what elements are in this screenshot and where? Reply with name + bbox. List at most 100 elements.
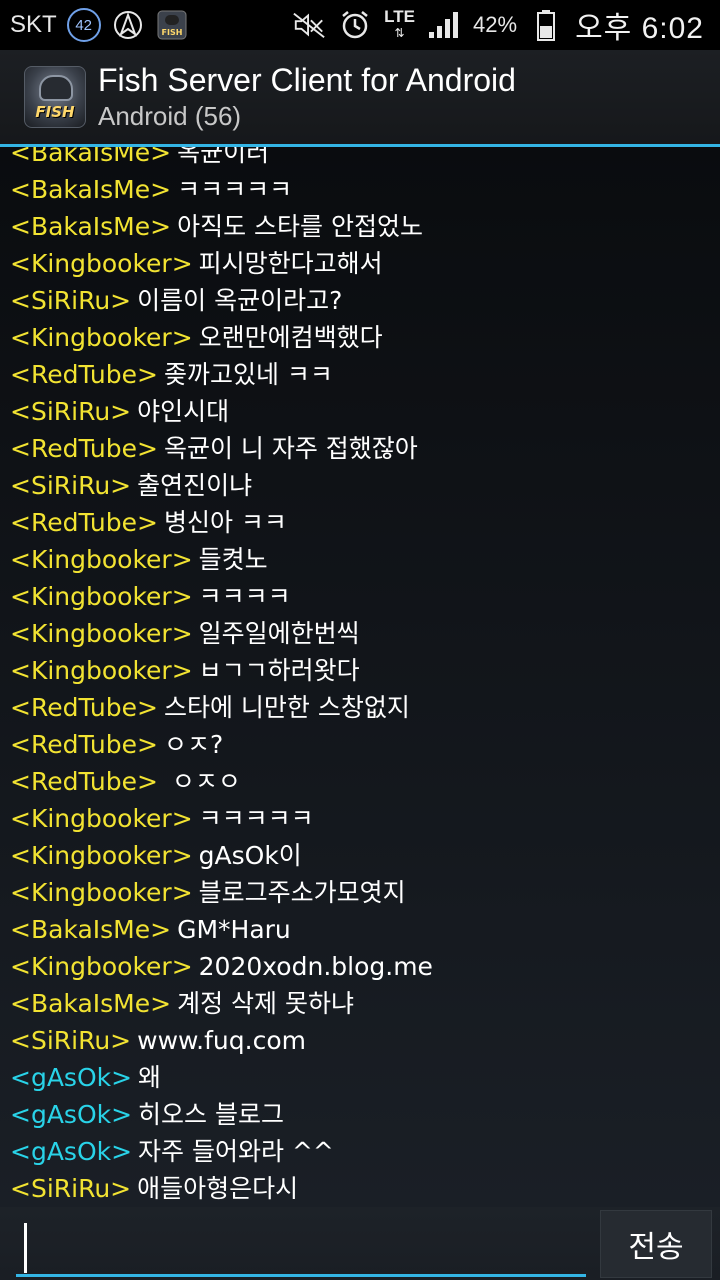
notification-count-badge: 42 bbox=[66, 8, 101, 42]
chat-nick: <SiRiRu> bbox=[10, 1174, 132, 1203]
chat-nick: <gAsOk> bbox=[10, 1100, 133, 1129]
chat-text: 병신아 ㅋㅋ bbox=[163, 508, 287, 537]
chat-nick: <BakaIsMe> bbox=[10, 989, 172, 1018]
chat-nick: <BakaIsMe> bbox=[10, 147, 172, 167]
chat-text: ㅋㅋㅋㅋㅋ bbox=[177, 175, 293, 204]
send-button[interactable]: 전송 bbox=[600, 1210, 712, 1278]
chat-text: 왜 bbox=[138, 1063, 162, 1092]
signal-icon bbox=[427, 8, 461, 42]
chat-message: <Kingbooker> 피시망한다고해서 bbox=[10, 245, 710, 282]
app-logo-text: FISH bbox=[35, 103, 75, 121]
chat-text: 좆까고있네 ㅋㅋ bbox=[163, 360, 333, 389]
chat-message: <BakaIsMe> ㅋㅋㅋㅋㅋ bbox=[10, 171, 710, 208]
chat-nick: <RedTube> bbox=[10, 434, 158, 463]
chat-nick: <RedTube> bbox=[10, 767, 158, 796]
app-subtitle: Android (56) bbox=[98, 101, 242, 131]
chat-nick: <gAsOk> bbox=[10, 1137, 133, 1166]
chat-message: <RedTube> ㅇㅈ? bbox=[10, 726, 710, 763]
chat-nick: <Kingbooker> bbox=[10, 323, 193, 352]
chat-nick: <SiRiRu> bbox=[10, 286, 132, 315]
chat-text: 블로그주소가모엿지 bbox=[198, 878, 406, 907]
network-type-label: LTE ⇅ bbox=[384, 7, 416, 40]
chat-text: 들켯노 bbox=[198, 545, 268, 574]
fish-app-icon: FISH bbox=[155, 8, 189, 42]
chat-text: ㅋㅋㅋㅋ bbox=[198, 582, 291, 611]
chat-message: <Kingbooker> ㅋㅋㅋㅋ bbox=[10, 578, 710, 615]
chat-text: 스타에 니만한 스창없지 bbox=[163, 693, 410, 722]
chat-text: gAsOk이 bbox=[198, 841, 302, 870]
chat-message: <RedTube> 옥균이 니 자주 접했잖아 bbox=[10, 430, 710, 467]
chat-nick: <BakaIsMe> bbox=[10, 175, 172, 204]
chat-log[interactable]: <BakaIsMe> 옥균이러 <BakaIsMe> ㅋㅋㅋㅋㅋ <BakaIsMe> 아… bbox=[0, 147, 720, 1207]
app-title: Fish Server Client for Android bbox=[98, 62, 516, 98]
chat-message: <gAsOk> 자주 들어와라 ^^ bbox=[10, 1133, 710, 1170]
message-input[interactable] bbox=[16, 1217, 586, 1277]
starfleet-icon bbox=[111, 8, 145, 42]
chat-message: <Kingbooker> gAsOk이 bbox=[10, 837, 710, 874]
chat-message: <BakaIsMe> GM*Haru bbox=[10, 911, 710, 948]
chat-text: 야인시대 bbox=[137, 397, 230, 426]
chat-message: <Kingbooker> 오랜만에컴백했다 bbox=[10, 319, 710, 356]
chat-text: 피시망한다고해서 bbox=[198, 249, 383, 278]
chat-message: <SiRiRu> www.fuq.com bbox=[10, 1022, 710, 1059]
chat-text: 이름이 옥균이라고? bbox=[137, 286, 343, 315]
chat-message: <gAsOk> 히오스 블로그 bbox=[10, 1096, 710, 1133]
chat-text: 일주일에한번씩 bbox=[198, 619, 360, 648]
chat-text: 오랜만에컴백했다 bbox=[198, 323, 383, 352]
chat-nick: <Kingbooker> bbox=[10, 582, 193, 611]
chat-message: <Kingbooker> 2020xodn.blog.me bbox=[10, 948, 710, 985]
app-titles: Fish Server Client for Android Android (… bbox=[98, 62, 516, 132]
chat-text: GM*Haru bbox=[177, 915, 291, 944]
chat-message: <Kingbooker> 일주일에한번씩 bbox=[10, 615, 710, 652]
chat-text: ㅇㅈ? bbox=[163, 730, 224, 759]
clock: 오후 6:02 bbox=[575, 12, 704, 45]
chat-text: 자주 들어와라 ^^ bbox=[138, 1137, 334, 1166]
mute-icon bbox=[292, 8, 326, 42]
chat-messages: <BakaIsMe> 옥균이러 <BakaIsMe> ㅋㅋㅋㅋㅋ <BakaIsMe> 아… bbox=[10, 147, 710, 1207]
chat-nick: <Kingbooker> bbox=[10, 878, 193, 907]
chat-nick: <Kingbooker> bbox=[10, 545, 193, 574]
chat-nick: <Kingbooker> bbox=[10, 656, 193, 685]
app-logo[interactable]: FISH bbox=[24, 66, 86, 128]
chat-text: 옥균이 니 자주 접했잖아 bbox=[163, 434, 418, 463]
text-caret bbox=[24, 1223, 27, 1273]
chat-nick: <Kingbooker> bbox=[10, 619, 193, 648]
chat-nick: <RedTube> bbox=[10, 693, 158, 722]
alarm-icon bbox=[338, 8, 372, 42]
chat-text: ㅂㄱㄱ하러왓다 bbox=[198, 656, 360, 685]
chat-message: <SiRiRu> 출연진이냐 bbox=[10, 467, 710, 504]
chat-nick: <BakaIsMe> bbox=[10, 915, 172, 944]
chat-text: www.fuq.com bbox=[137, 1026, 306, 1055]
chat-nick: <RedTube> bbox=[10, 508, 158, 537]
battery-percent: 42% bbox=[473, 12, 518, 37]
chat-nick: <BakaIsMe> bbox=[10, 212, 172, 241]
chat-text: 계정 삭제 못하냐 bbox=[177, 989, 354, 1018]
chat-text: 히오스 블로그 bbox=[138, 1100, 284, 1129]
carrier-label: SKT bbox=[10, 11, 57, 38]
chat-message: <gAsOk> 왜 bbox=[10, 1059, 710, 1096]
chat-text: 옥균이러 bbox=[177, 147, 270, 167]
helmet-icon bbox=[39, 75, 73, 101]
chat-message: <SiRiRu> 이름이 옥균이라고? bbox=[10, 282, 710, 319]
chat-message: <BakaIsMe> 계정 삭제 못하냐 bbox=[10, 985, 710, 1022]
chat-nick: <gAsOk> bbox=[10, 1063, 133, 1092]
app-bar: FISH Fish Server Client for Android Andr… bbox=[0, 50, 720, 144]
chat-message: <RedTube> 병신아 ㅋㅋ bbox=[10, 504, 710, 541]
chat-message: <SiRiRu> 애들아형은다시 bbox=[10, 1170, 710, 1207]
chat-message: <RedTube> 스타에 니만한 스창없지 bbox=[10, 689, 710, 726]
battery-icon bbox=[529, 8, 563, 42]
chat-text: 출연진이냐 bbox=[137, 471, 253, 500]
chat-message: <Kingbooker> ㅋㅋㅋㅋㅋ bbox=[10, 800, 710, 837]
chat-message: <Kingbooker> 들켯노 bbox=[10, 541, 710, 578]
chat-nick: <Kingbooker> bbox=[10, 804, 193, 833]
chat-nick: <Kingbooker> bbox=[10, 249, 193, 278]
input-bar: 전송 bbox=[0, 1207, 720, 1280]
chat-text: 아직도 스타를 안접었노 bbox=[177, 212, 423, 241]
chat-message: <RedTube> ㅇㅈㅇ bbox=[10, 763, 710, 800]
chat-message: <RedTube> 좆까고있네 ㅋㅋ bbox=[10, 356, 710, 393]
chat-nick: <SiRiRu> bbox=[10, 1026, 132, 1055]
chat-nick: <RedTube> bbox=[10, 730, 158, 759]
chat-nick: <SiRiRu> bbox=[10, 397, 132, 426]
chat-message: <Kingbooker> ㅂㄱㄱ하러왓다 bbox=[10, 652, 710, 689]
chat-nick: <RedTube> bbox=[10, 360, 158, 389]
